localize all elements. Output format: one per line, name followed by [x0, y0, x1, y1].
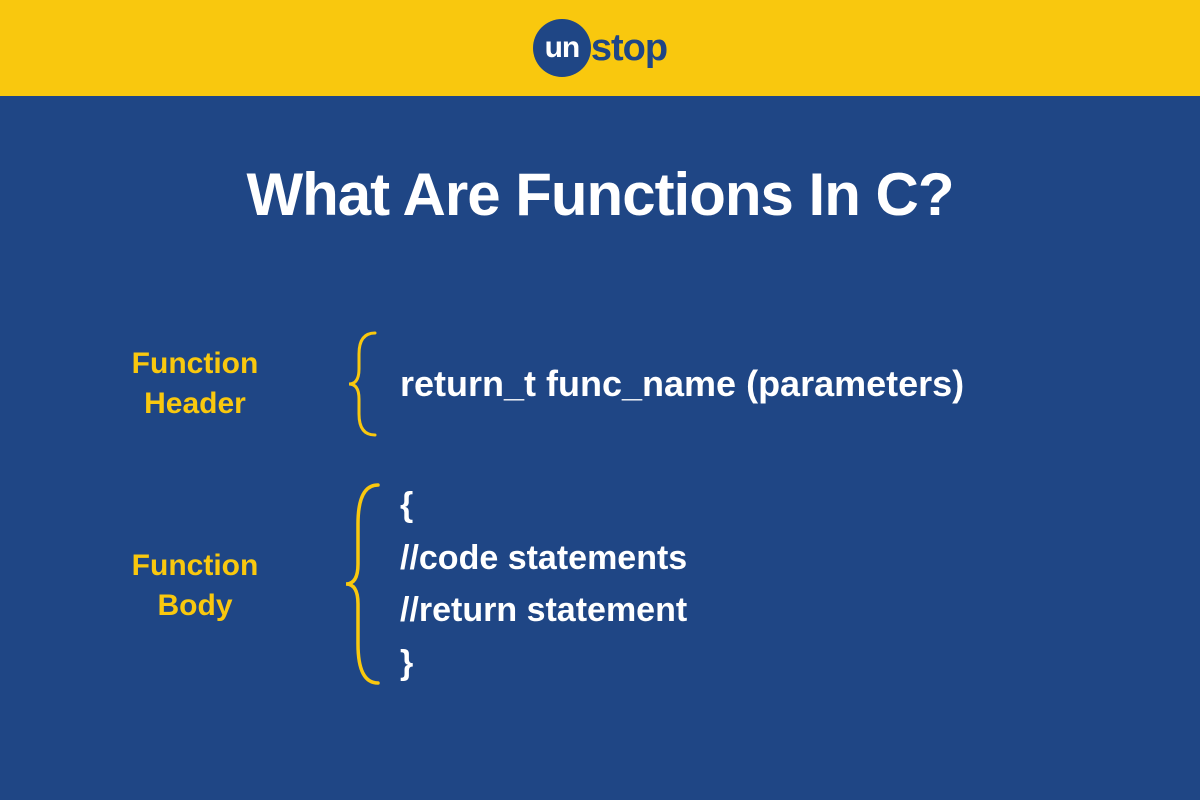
body-code-line-3: //return statement — [400, 584, 1140, 637]
function-body-code: { //code statements //return statement } — [400, 479, 1140, 690]
function-header-code: return_t func_name (parameters) — [400, 356, 1140, 412]
brace-icon-body — [330, 479, 400, 689]
function-header-label: Function Header — [60, 344, 330, 425]
logo-circle-text: un — [545, 31, 580, 65]
function-body-row: Function Body { //code statements //retu… — [60, 479, 1140, 690]
page-title: What Are Functions In C? — [60, 160, 1140, 229]
function-header-label-line2: Header — [60, 384, 330, 425]
content-area: What Are Functions In C? Function Header… — [0, 96, 1200, 690]
curly-brace-icon — [340, 479, 390, 689]
logo-suffix-text: stop — [591, 27, 667, 70]
body-code-line-1: { — [400, 479, 1140, 532]
body-code-line-2: //code statements — [400, 532, 1140, 585]
function-header-row: Function Header return_t func_name (para… — [60, 329, 1140, 439]
curly-brace-icon — [345, 329, 385, 439]
body-code-line-4: } — [400, 637, 1140, 690]
brand-logo: un stop — [533, 19, 667, 77]
header-bar: un stop — [0, 0, 1200, 96]
logo-circle: un — [533, 19, 591, 77]
function-body-label: Function Body — [60, 542, 330, 627]
function-body-label-line1: Function — [60, 546, 330, 587]
function-body-label-line2: Body — [60, 586, 330, 627]
brace-icon-header — [330, 329, 400, 439]
function-header-label-line1: Function — [60, 344, 330, 385]
